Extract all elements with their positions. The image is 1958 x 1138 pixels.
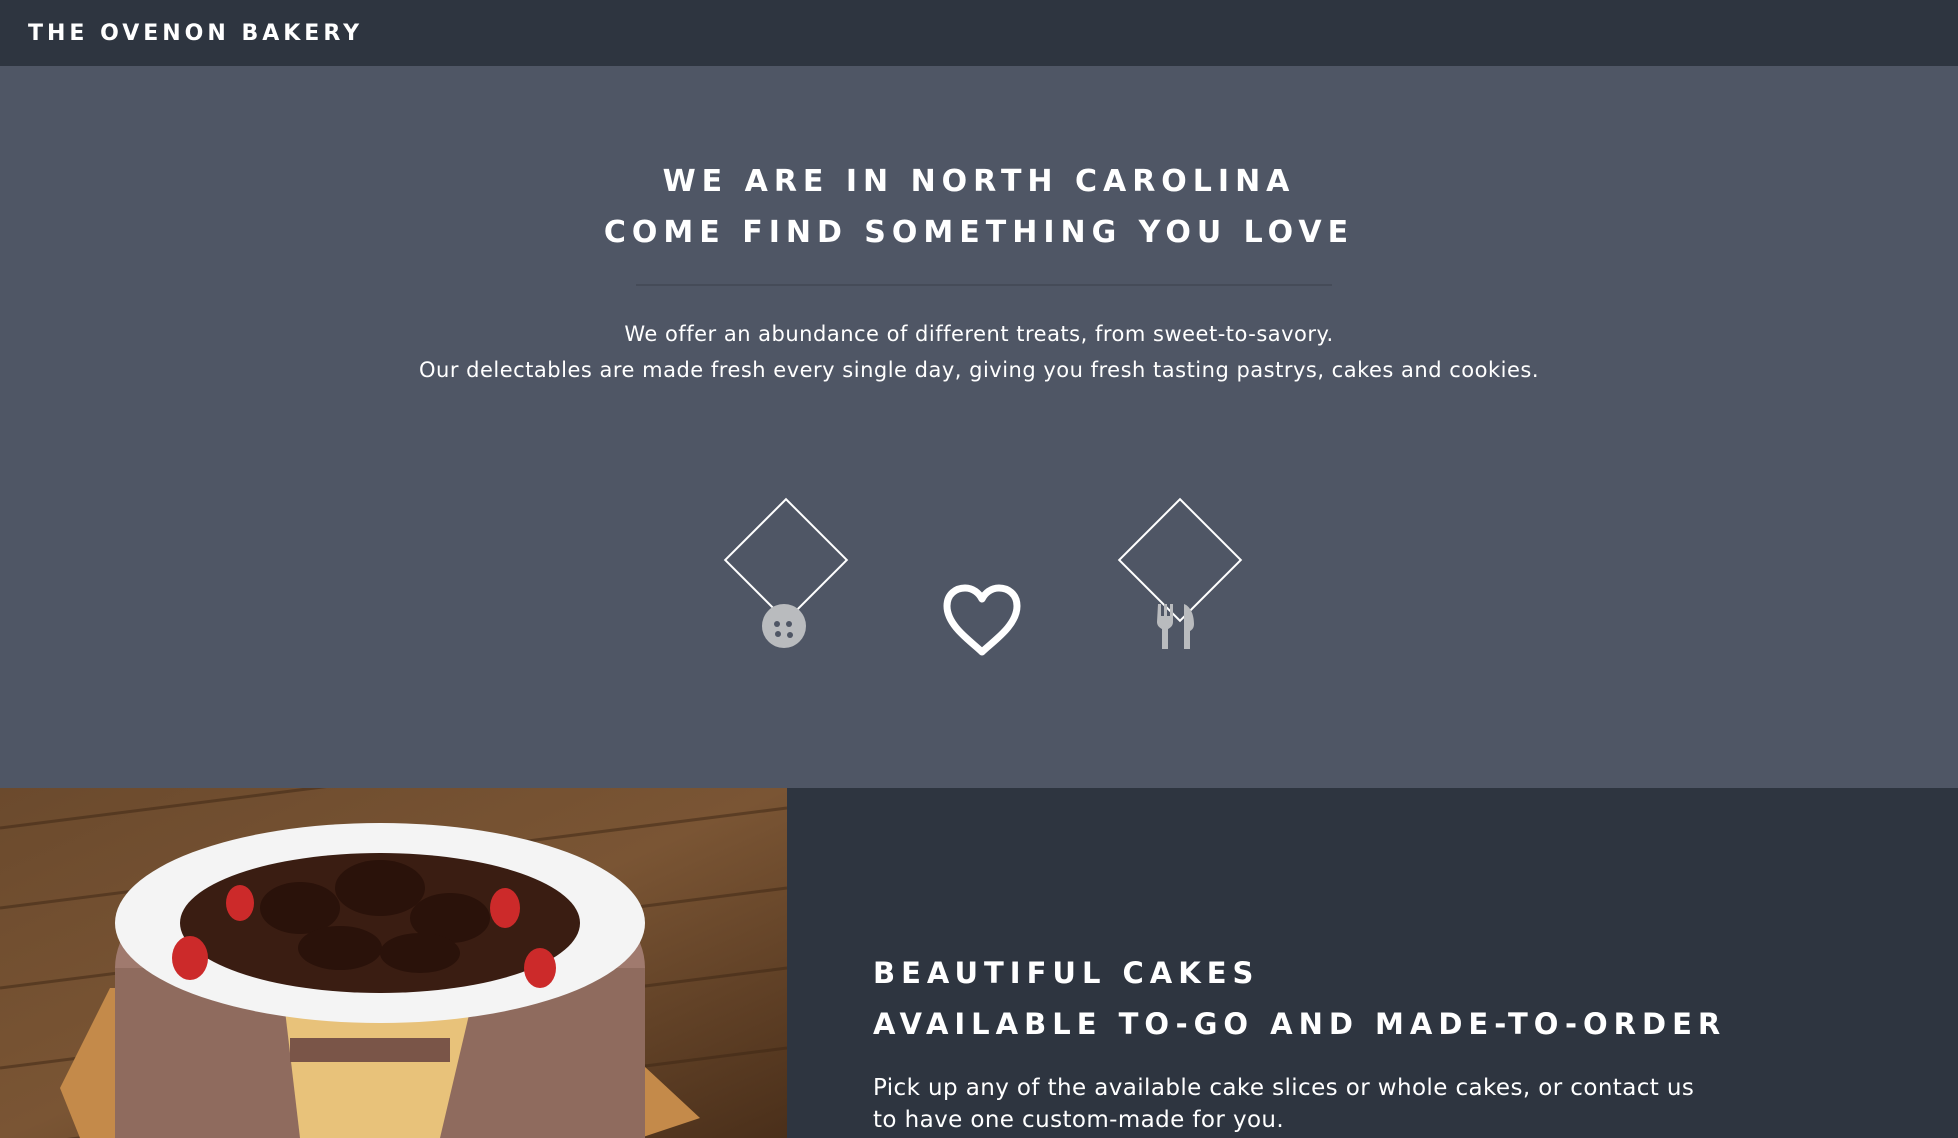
cakes-section: BEAUTIFUL CAKES AVAILABLE TO-GO AND MADE… [0,788,1958,1138]
cake-heading-line-2: AVAILABLE TO-GO AND MADE-TO-ORDER [873,1007,1727,1041]
cake-photo [0,788,787,1138]
navbar: THE OVENON BAKERY [0,0,1958,66]
cake-image [0,788,787,1138]
cake-heading: BEAUTIFUL CAKES AVAILABLE TO-GO AND MADE… [873,948,1873,1050]
intro-section: WE ARE IN NORTH CAROLINA COME FIND SOMET… [0,66,1958,788]
brand-link[interactable]: THE OVENON BAKERY [28,21,363,46]
heart-icon [943,584,1021,656]
cookie-icon [762,604,806,648]
cake-description: Pick up any of the available cake slices… [873,1075,1695,1133]
cake-heading-line-1: BEAUTIFUL CAKES [873,956,1260,990]
feature-icons [0,66,1958,788]
utensils-icon [1157,604,1194,649]
cake-text-block: BEAUTIFUL CAKES AVAILABLE TO-GO AND MADE… [873,948,1873,1136]
